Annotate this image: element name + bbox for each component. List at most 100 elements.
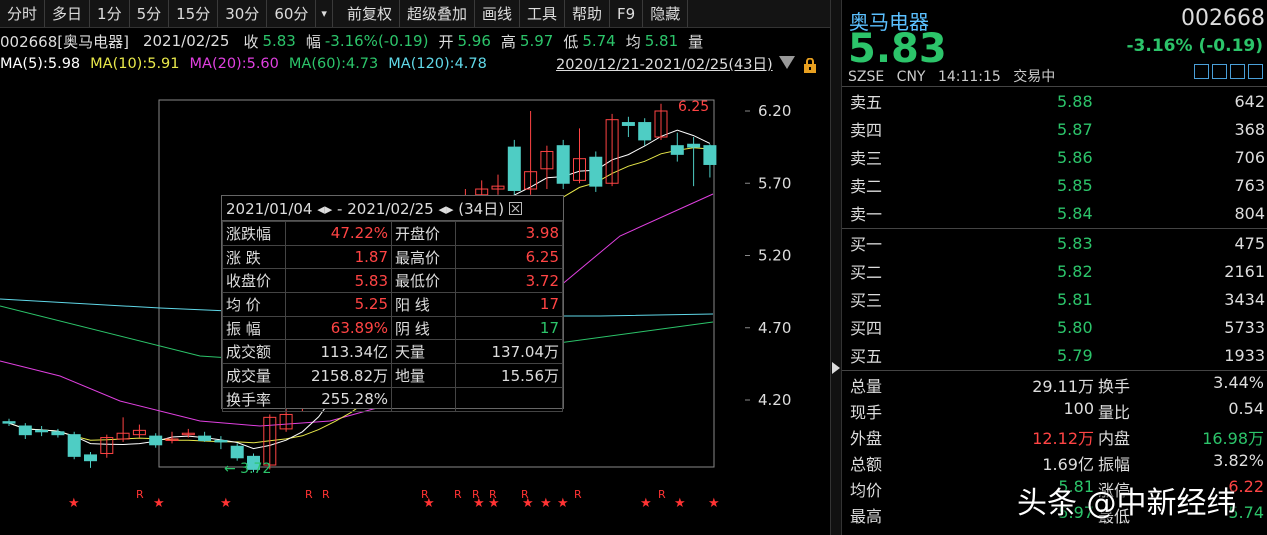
event-r-marker: R xyxy=(421,488,429,501)
market-label: SZSE xyxy=(848,69,885,85)
popup-cell-v2: 17 xyxy=(455,292,563,317)
edit-icon[interactable] xyxy=(1194,64,1209,79)
bid-label: 买五 xyxy=(850,347,883,366)
event-r-marker: R xyxy=(521,488,529,501)
popup-close-icon[interactable] xyxy=(509,201,523,215)
ask-qty: 368 xyxy=(1234,119,1265,139)
bid-level-2[interactable]: 买二 5.82 2161 xyxy=(842,257,1267,285)
bid-level-3[interactable]: 买三 5.81 3434 xyxy=(842,285,1267,313)
event-star-icon: ★ xyxy=(153,496,165,511)
bid-qty: 1933 xyxy=(1224,345,1265,365)
toolbar-button-0[interactable]: 分时 xyxy=(0,0,46,27)
panel-tool-icons xyxy=(1194,64,1263,79)
range-dropdown-icon[interactable] xyxy=(779,56,795,69)
bid-label: 买二 xyxy=(850,263,883,282)
stat-k1: 现手 xyxy=(850,403,883,422)
toolbar-button-11[interactable]: 工具 xyxy=(520,0,565,27)
period-toolbar: 分时 多日 1分 5分 15分 30分 60分 ▾ 前复权 超级叠加 画线 工具 帮助 F9 隐藏 xyxy=(0,0,830,28)
panel-divider[interactable] xyxy=(830,0,842,535)
bid-level-4[interactable]: 买四 5.80 5733 xyxy=(842,313,1267,341)
toolbar-button-14[interactable]: 隐藏 xyxy=(643,0,689,27)
candle-body xyxy=(638,122,652,141)
y-tick-label: 4.70 xyxy=(758,319,791,337)
stock-code: 002668 xyxy=(1181,6,1265,31)
toolbar-button-13[interactable]: F9 xyxy=(610,0,644,27)
stat-v2: 3.82% xyxy=(1213,451,1264,470)
bid-label: 买三 xyxy=(850,291,883,310)
toolbar-button-8[interactable]: 前复权 xyxy=(333,0,400,27)
toolbar-button-9[interactable]: 超级叠加 xyxy=(400,0,475,27)
toolbar-button-1[interactable]: 多日 xyxy=(45,0,91,27)
ask-level-2[interactable]: 卖四 5.87 368 xyxy=(842,115,1267,143)
popout-icon[interactable] xyxy=(1230,64,1245,79)
popup-cell-k2: 地量 xyxy=(391,363,456,388)
ask-level-4[interactable]: 卖二 5.85 763 xyxy=(842,171,1267,199)
price-change: -3.16% (-0.19) xyxy=(1126,36,1264,56)
stat-v2: 3.44% xyxy=(1213,373,1264,392)
popup-cell-k: 均 价 xyxy=(222,292,286,317)
ask-level-5[interactable]: 卖一 5.84 804 xyxy=(842,199,1267,227)
popup-cell-k: 换手率 xyxy=(222,386,286,412)
toolbar-button-7[interactable]: ▾ xyxy=(316,0,333,27)
stat-row: 总量 29.11万 换手 3.44% xyxy=(842,373,1267,399)
toolbar-button-6[interactable]: 60分 xyxy=(267,0,317,27)
event-r-marker: R xyxy=(454,488,462,501)
ask-level-3[interactable]: 卖三 5.86 706 xyxy=(842,143,1267,171)
ma20-legend: MA(20):5.60 xyxy=(189,56,279,72)
ask-qty: 642 xyxy=(1234,91,1265,111)
ma5-legend: MA(5):5.98 xyxy=(0,56,81,72)
candle-body xyxy=(18,425,32,436)
toolbar-button-2[interactable]: 1分 xyxy=(90,0,130,27)
bid-level-1[interactable]: 买一 5.83 475 xyxy=(842,229,1267,257)
toolbar-button-5[interactable]: 30分 xyxy=(218,0,268,27)
bid-qty: 3434 xyxy=(1224,289,1265,309)
window-icon[interactable] xyxy=(1212,64,1227,79)
open-value: 5.96 xyxy=(457,32,491,50)
quote-panel: 奥马电器 002668 5.83 -3.16% (-0.19) SZSE CNY… xyxy=(842,0,1267,535)
popup-cell-k: 成交量 xyxy=(222,363,286,388)
popup-cell-k2: 阳 线 xyxy=(391,292,456,317)
bid-price: 5.80 xyxy=(1057,317,1093,337)
candle-body xyxy=(230,445,244,459)
popup-cell-v2: 6.25 xyxy=(455,244,563,270)
popup-cell-k2: 最低价 xyxy=(391,268,456,294)
stat-v1: 100 xyxy=(1063,399,1094,418)
ask-price: 5.86 xyxy=(1057,147,1093,167)
event-star-icon: ★ xyxy=(220,496,232,511)
toolbar-button-12[interactable]: 帮助 xyxy=(565,0,611,27)
y-tick-label: 5.20 xyxy=(758,247,791,265)
high-marker: 6.25 xyxy=(678,99,709,115)
market-meta: SZSE CNY 14:11:15 交易中 xyxy=(848,66,1063,86)
ask-level-1[interactable]: 卖五 5.88 642 xyxy=(842,87,1267,115)
bid-qty: 5733 xyxy=(1224,317,1265,337)
collapse-panel-icon[interactable] xyxy=(832,362,840,374)
toolbar-button-10[interactable]: 画线 xyxy=(475,0,520,27)
popup-header: 2021/01/04 ◂▸ - 2021/02/25 ◂▸ (34日) xyxy=(222,196,563,221)
popup-cell-k: 振 幅 xyxy=(222,315,286,341)
candle-body xyxy=(703,145,717,165)
event-star-icon: ★ xyxy=(68,496,80,511)
popup-range: 2021/01/04 ◂▸ - 2021/02/25 ◂▸ (34日) xyxy=(226,199,505,218)
add-icon[interactable] xyxy=(1248,64,1263,79)
high-value: 5.97 xyxy=(519,32,554,50)
candle-body xyxy=(35,429,49,433)
low-marker: ← 3.72 xyxy=(224,461,271,477)
popup-row: 收盘价 5.83 最低价 3.72 xyxy=(222,268,563,294)
popup-cell-v: 255.28% xyxy=(285,386,392,412)
toolbar-button-4[interactable]: 15分 xyxy=(169,0,219,27)
lock-icon[interactable] xyxy=(803,58,817,73)
event-star-icon: ★ xyxy=(708,496,720,511)
date-range-label[interactable]: 2020/12/21-2021/02/25(43日) xyxy=(556,53,773,74)
popup-cell-v: 2158.82万 xyxy=(285,363,392,388)
event-r-marker: R xyxy=(136,488,144,501)
bid-qty: 475 xyxy=(1234,233,1265,253)
ma60-legend: MA(60):4.73 xyxy=(288,56,379,72)
candle-body xyxy=(84,454,97,462)
ask-label: 卖一 xyxy=(850,205,883,224)
popup-cell-v: 1.87 xyxy=(285,244,392,270)
bid-level-5[interactable]: 买五 5.79 1933 xyxy=(842,341,1267,369)
toolbar-button-3[interactable]: 5分 xyxy=(130,0,170,27)
stat-v2: 16.98万 xyxy=(1202,429,1264,448)
popup-row: 换手率 255.28% xyxy=(222,386,563,412)
ask-label: 卖三 xyxy=(850,149,883,168)
